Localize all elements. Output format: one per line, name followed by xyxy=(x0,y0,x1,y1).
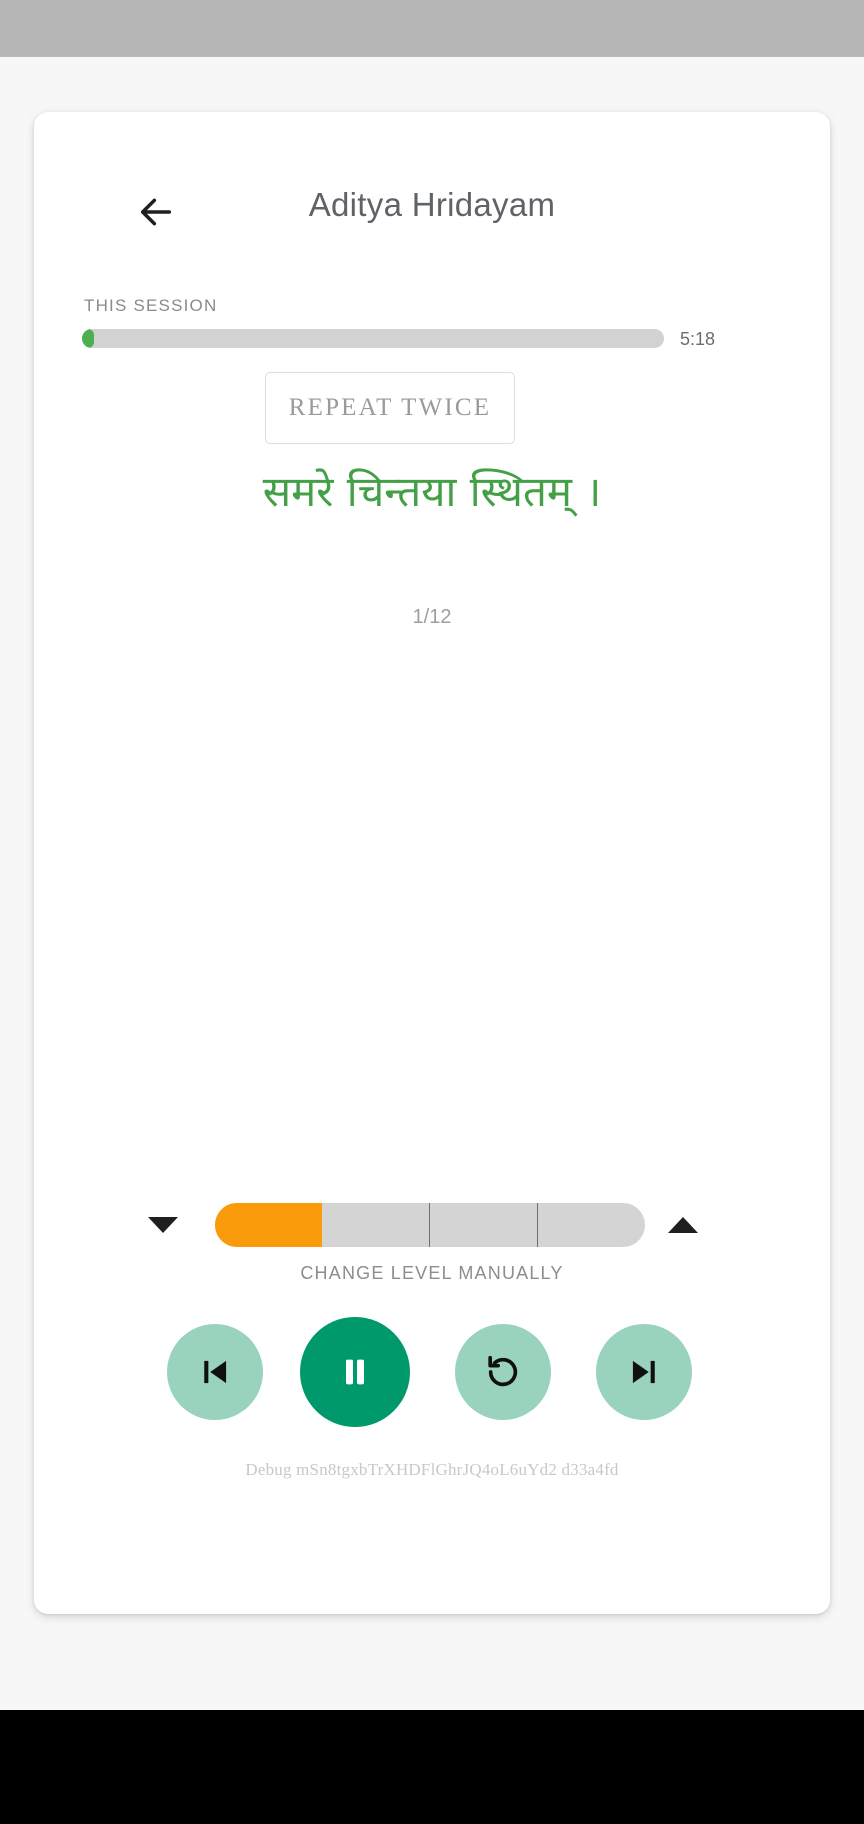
session-progress[interactable]: 5:18 xyxy=(82,324,782,358)
level-increase-button[interactable] xyxy=(666,1211,700,1239)
repeat-mode-button[interactable]: REPEAT TWICE xyxy=(265,372,515,444)
progress-fill xyxy=(82,329,94,348)
app-header: Aditya Hridayam xyxy=(34,172,830,252)
replay-rotate-left-icon xyxy=(483,1352,523,1392)
level-segment[interactable] xyxy=(322,1203,430,1247)
triangle-down-icon xyxy=(148,1217,178,1233)
triangle-up-icon xyxy=(668,1217,698,1233)
verse-counter: 1/12 xyxy=(412,606,452,628)
level-segment[interactable] xyxy=(215,1203,322,1247)
skip-next-icon xyxy=(625,1353,663,1391)
level-decrease-button[interactable] xyxy=(146,1211,180,1239)
debug-text: Debug mSn8tgxbTrXHDFlGhrJQ4oL6uYd2 d33a4… xyxy=(245,1460,619,1479)
replay-button[interactable] xyxy=(455,1324,551,1420)
session-label: THIS SESSION xyxy=(84,296,218,315)
repeat-mode-label: REPEAT TWICE xyxy=(288,394,492,421)
level-control-row xyxy=(34,1195,830,1255)
previous-button[interactable] xyxy=(167,1324,263,1420)
system-nav-bar xyxy=(0,1710,864,1824)
page-title: Aditya Hridayam xyxy=(308,186,556,223)
pause-icon xyxy=(335,1352,375,1392)
level-segment[interactable] xyxy=(430,1203,538,1247)
level-segment[interactable] xyxy=(538,1203,645,1247)
app-screen: Aditya Hridayam THIS SESSION 5:18 REPEAT… xyxy=(0,0,864,1824)
transport-controls xyxy=(34,1317,830,1427)
next-button[interactable] xyxy=(596,1324,692,1420)
session-time-remaining: 5:18 xyxy=(680,329,716,349)
system-status-bar xyxy=(0,0,864,57)
skip-previous-icon xyxy=(196,1353,234,1391)
progress-track[interactable] xyxy=(82,329,664,348)
verse-text: समरे चिन्तया स्थितम् । xyxy=(262,467,602,516)
player-card: Aditya Hridayam THIS SESSION 5:18 REPEAT… xyxy=(34,112,830,1614)
level-caption: CHANGE LEVEL MANUALLY xyxy=(300,1263,564,1283)
play-pause-button[interactable] xyxy=(300,1317,410,1427)
level-bar[interactable] xyxy=(215,1203,645,1247)
